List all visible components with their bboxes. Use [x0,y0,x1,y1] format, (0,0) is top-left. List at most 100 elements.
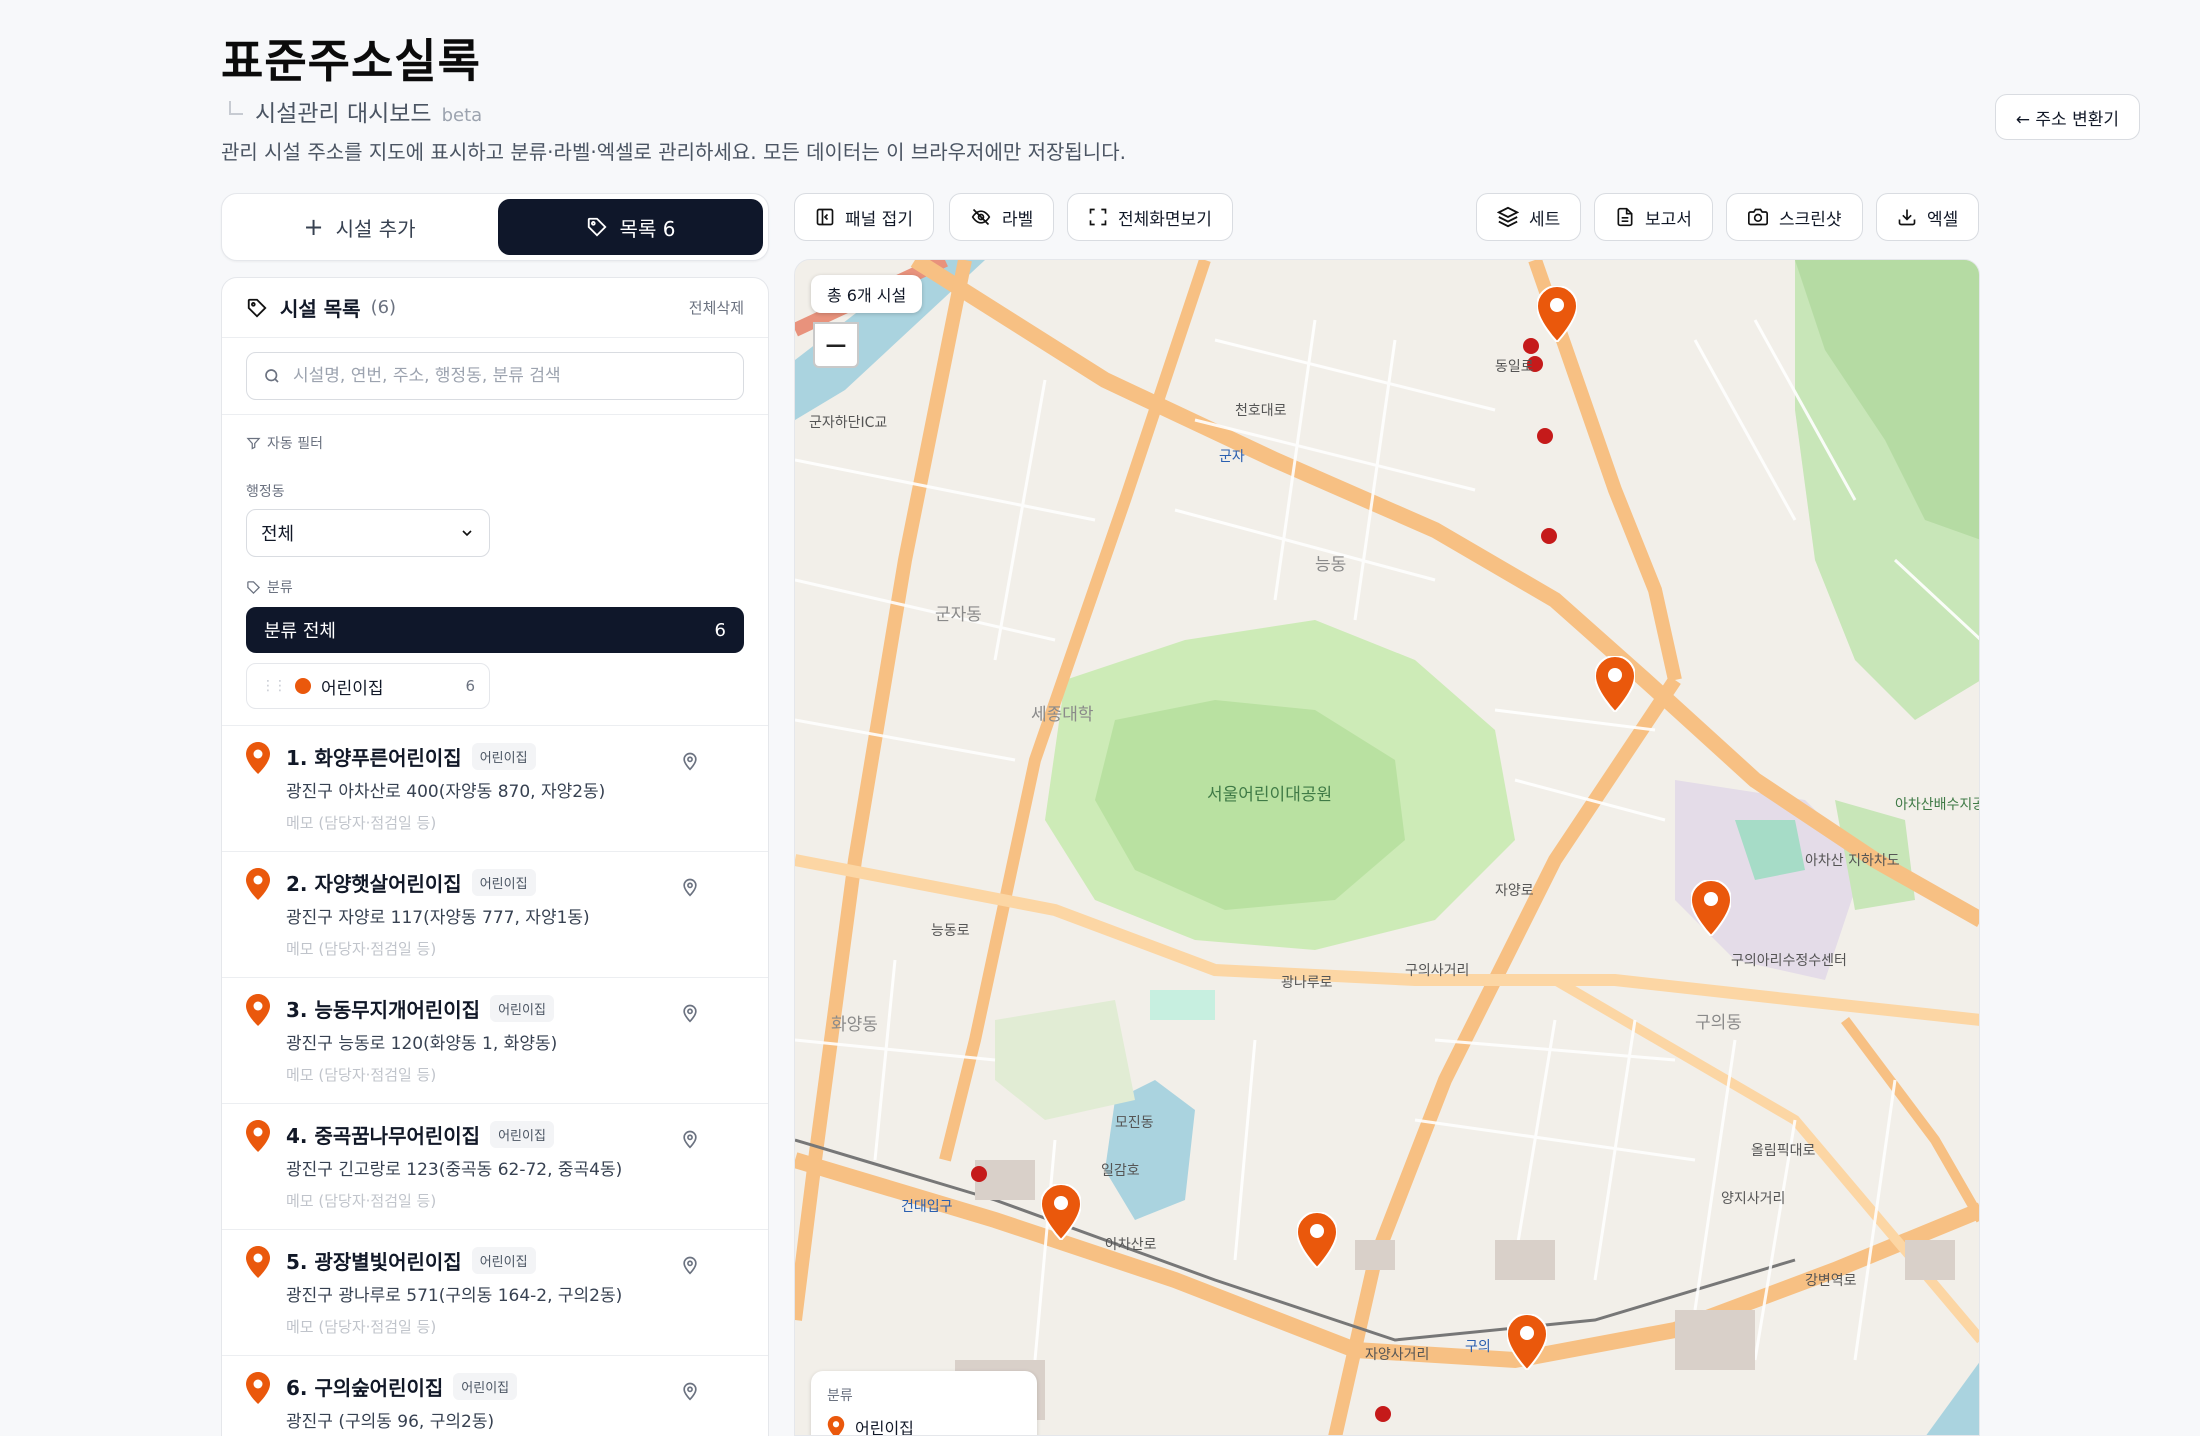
search-box [246,352,744,400]
facility-title-row: 3. 능동무지개어린이집 어린이집 [286,994,744,1023]
layers-icon [1497,206,1519,228]
map-label-guui-station: 구의 [1465,1339,1491,1355]
facility-memo[interactable]: 메모 (담당자·점검일 등) [286,1316,744,1337]
legend-title: 분류 [827,1388,853,1404]
report-button[interactable]: 보고서 [1594,193,1713,241]
facility-memo[interactable]: 메모 (담당자·점검일 등) [286,1064,744,1085]
facility-category-badge: 어린이집 [471,1247,536,1274]
facility-marker[interactable] [1507,1314,1547,1370]
map-label-guui-center: 구의아리수정수센터 [1731,953,1847,969]
category-label-text: 분류 [267,580,293,596]
facility-item[interactable]: 5. 광장별빛어린이집 어린이집 광진구 광나루로 571(구의동 164-2,… [222,1230,768,1356]
zoom-out-button[interactable]: − [813,322,859,368]
collapse-panel-button[interactable]: 패널 접기 [794,193,934,241]
label-toggle-label: 라벨 [1002,209,1034,230]
eye-off-icon [971,208,991,226]
facility-marker[interactable] [1691,880,1731,936]
facility-category-badge: 어린이집 [471,869,536,896]
facility-title-row: 4. 중곡꿈나무어린이집 어린이집 [286,1120,744,1149]
locate-icon[interactable] [680,750,700,772]
map-label-jayang-sagori: 자양사거리 [1365,1347,1430,1363]
legend-item[interactable]: 어린이집 [827,1415,1021,1435]
category-chip-daycare[interactable]: ⋮⋮ 어린이집 6 [246,663,490,709]
facility-item[interactable]: 1. 화양푸른어린이집 어린이집 광진구 아차산로 400(자양동 870, 자… [222,726,768,852]
download-icon [1898,209,1916,226]
facility-item[interactable]: 2. 자양햇살어린이집 어린이집 광진구 자양로 117(자양동 777, 자양… [222,852,768,978]
locate-icon[interactable] [680,1380,700,1402]
drag-handle-icon[interactable]: ⋮⋮ [261,678,287,694]
facility-title-row: 1. 화양푸른어린이집 어린이집 [286,742,744,771]
map-label-mojin: 모진동 [1115,1115,1154,1131]
facility-address: 광진구 (구의동 96, 구의2동) [286,1412,495,1432]
locate-icon[interactable] [680,876,700,898]
facility-marker[interactable] [1537,286,1577,342]
list-tab-label: 목록 6 [619,216,676,241]
facility-name: 1. 화양푸른어린이집 [286,746,462,770]
facility-address: 광진구 긴고랑로 123(중곡동 62-72, 중곡4동) [286,1160,623,1180]
category-color-dot [295,678,311,694]
search-wrap [222,338,768,415]
tag-icon [587,217,607,237]
map-label-cheonho: 천호대로 [1235,403,1287,419]
category-chip-label: 어린이집 [321,678,384,699]
facility-name: 2. 자양햇살어린이집 [286,872,462,896]
map-label-achasan: 아차산로 [1105,1237,1157,1253]
facility-category-badge: 어린이집 [490,995,554,1022]
map-pin-icon [246,868,270,900]
facility-map[interactable]: 서울어린이대공원 세종대학 일감호 건대입구 군자 군자동 화양동 능동 모진동… [794,259,1980,1436]
locate-icon[interactable] [680,1254,700,1276]
filter-icon [246,437,261,450]
excel-label: 엑셀 [1927,209,1959,230]
category-all-button[interactable]: 분류 전체 6 [246,607,744,653]
fullscreen-button[interactable]: 전체화면보기 [1067,193,1233,241]
category-all-label: 분류 전체 [264,621,336,642]
facility-memo[interactable]: 메모 (담당자·점검일 등) [286,1190,744,1211]
fullscreen-label: 전체화면보기 [1118,209,1212,230]
facility-marker[interactable] [1297,1212,1337,1268]
facility-item[interactable]: 4. 중곡꿈나무어린이집 어린이집 광진구 긴고랑로 123(중곡동 62-72… [222,1104,768,1230]
map-label-olympic: 올림픽대로 [1751,1143,1816,1159]
dong-select[interactable]: 전체 [246,509,490,557]
tag-icon [247,580,261,594]
elbow-icon [229,101,243,115]
set-button[interactable]: 세트 [1476,193,1582,241]
map-label-guui-sagori: 구의사거리 [1405,963,1470,979]
panel-title: 시설 목록 [280,297,361,321]
collapse-panel-label: 패널 접기 [845,209,913,230]
beta-tag: beta [441,105,483,126]
facility-marker[interactable] [1595,656,1635,712]
facility-list-panel: 시설 목록 (6) 전체삭제 자동 필터 행정동 전체 분류 [221,277,769,1436]
tag-icon [247,298,267,318]
auto-filter-text: 자동 필터 [267,436,323,452]
chevron-down-icon [462,530,472,537]
facility-category-badge: 어린이집 [453,1373,518,1400]
facility-item[interactable]: 6. 구의숲어린이집 어린이집 광진구 (구의동 96, 구의2동) [222,1356,768,1436]
search-input[interactable] [293,366,727,386]
facility-item[interactable]: 3. 능동무지개어린이집 어린이집 광진구 능동로 120(화양동 1, 화양동… [222,978,768,1104]
address-converter-button[interactable]: ← 주소 변환기 [1994,94,2140,140]
facility-name: 5. 광장별빛어린이집 [286,1250,462,1274]
page-subtitle: 시설관리 대시보드 beta [221,94,1981,128]
page-description: 관리 시설 주소를 지도에 표시하고 분류·라벨·엑셀로 관리하세요. 모든 데… [221,140,1126,164]
filters-section: 자동 필터 행정동 전체 분류 분류 전체 6 ⋮⋮ 어린이집 6 [222,415,768,726]
facility-memo[interactable]: 메모 (담당자·점검일 등) [286,812,744,833]
panel-count: (6) [370,297,397,318]
facility-memo[interactable]: 메모 (담당자·점검일 등) [286,938,744,959]
map-label-yangji: 양지사거리 [1721,1191,1786,1207]
locate-icon[interactable] [680,1128,700,1150]
subtitle-text: 시설관리 대시보드 [255,101,432,127]
screenshot-button[interactable]: 스크린샷 [1726,193,1863,241]
map-pin-icon [246,1120,270,1152]
locate-icon[interactable] [680,1002,700,1024]
list-tab[interactable]: 목록 6 [498,199,763,255]
excel-button[interactable]: 엑셀 [1876,193,1980,241]
left-column: + 시설 추가 목록 6 시설 목록 (6) 전체삭제 자동 필터 행정동 [221,193,769,1436]
delete-all-button[interactable]: 전체삭제 [689,297,744,318]
map-label-gwangnaru: 광나루로 [1281,975,1333,991]
panel-header: 시설 목록 (6) 전체삭제 [222,278,768,338]
add-facility-tab[interactable]: + 시설 추가 [227,199,492,255]
map-pin-icon [246,742,270,774]
search-icon [265,369,279,383]
label-toggle-button[interactable]: 라벨 [949,193,1055,241]
facility-marker[interactable] [1041,1184,1081,1240]
